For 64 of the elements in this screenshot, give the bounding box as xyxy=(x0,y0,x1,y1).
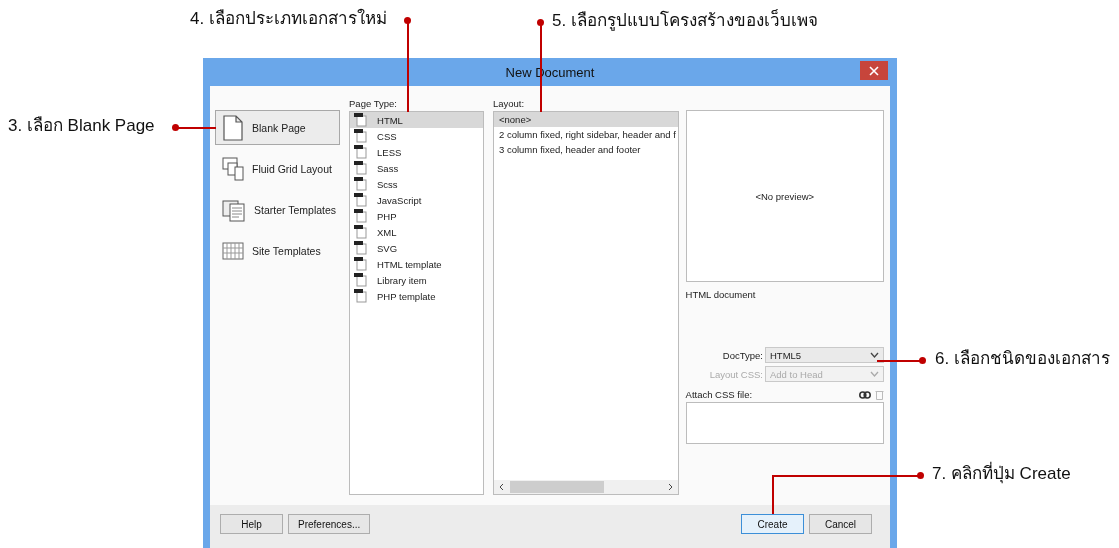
leader-line xyxy=(877,360,920,362)
page-type-item[interactable]: Sass xyxy=(350,160,483,176)
callout-dot xyxy=(919,357,926,364)
page-type-item[interactable]: SVG xyxy=(350,240,483,256)
document-icon xyxy=(354,257,368,271)
chevron-left-icon[interactable] xyxy=(498,483,506,491)
category-item[interactable]: Blank Page xyxy=(215,110,341,145)
callout-text: 6. เลือกชนิดของเอกสาร xyxy=(935,349,1110,369)
grid-icon xyxy=(222,241,244,260)
description-text: HTML document xyxy=(685,289,757,302)
category-item[interactable]: Site Templates xyxy=(215,233,341,268)
leader-line xyxy=(176,127,216,129)
close-button[interactable] xyxy=(860,61,888,80)
devices-icon xyxy=(222,156,244,181)
page-type-item[interactable]: HTML xyxy=(350,112,483,128)
document-icon xyxy=(354,193,368,207)
link-icon[interactable] xyxy=(859,390,871,399)
page-type-item[interactable]: HTML template xyxy=(350,256,483,272)
page-type-item[interactable]: PHP template xyxy=(350,288,483,304)
layout-css-label: Layout CSS: xyxy=(709,368,763,380)
page-type-item[interactable]: PHP xyxy=(350,208,483,224)
document-icon xyxy=(354,161,368,175)
document-icon xyxy=(354,129,368,143)
callout-text: 5. เลือกรูปแบบโครงสร้างของเว็บเพจ xyxy=(552,11,818,31)
callout-dot xyxy=(917,472,924,479)
callout-dot xyxy=(537,19,544,26)
callout-dot xyxy=(404,17,411,24)
document-icon xyxy=(354,209,368,223)
page-type-item[interactable]: CSS xyxy=(350,128,483,144)
preview-text: <No preview> xyxy=(755,190,815,202)
layout-item[interactable]: 2 column fixed, right sidebar, header and f xyxy=(494,127,678,142)
layout-label: Layout: xyxy=(493,98,526,109)
category-item[interactable]: Starter Templates xyxy=(215,192,341,227)
page-type-label: Page Type: xyxy=(349,98,398,109)
callout-dot xyxy=(172,124,179,131)
page-type-item[interactable]: Library item xyxy=(350,272,483,288)
page-type-item[interactable]: XML xyxy=(350,224,483,240)
layout-item[interactable]: 3 column fixed, header and footer xyxy=(494,142,678,157)
dialog-button[interactable]: Help xyxy=(220,514,283,534)
dialog-button[interactable]: Preferences... xyxy=(288,514,371,534)
document-icon xyxy=(354,241,368,255)
page-icon xyxy=(222,114,244,141)
callout-text: 3. เลือก Blank Page xyxy=(8,116,155,136)
caret-icon xyxy=(870,352,879,358)
document-icon xyxy=(354,273,368,287)
callout-text: 4. เลือกประเภทเอกสารใหม่ xyxy=(190,9,387,29)
doctype-dropdown[interactable]: HTML5 xyxy=(765,347,884,363)
dialog-button[interactable]: Cancel xyxy=(809,514,872,534)
document-icon xyxy=(354,177,368,191)
dialog-button[interactable]: Create xyxy=(741,514,804,534)
category-item[interactable]: Fluid Grid Layout xyxy=(215,151,341,186)
document-icon xyxy=(354,225,368,239)
caret-icon xyxy=(870,371,879,377)
layout-item[interactable]: <none> xyxy=(494,112,678,127)
close-icon xyxy=(869,65,879,76)
templates-icon xyxy=(222,197,246,222)
attach-css-label: Attach CSS file: xyxy=(685,389,753,400)
document-icon xyxy=(354,289,368,303)
doctype-label: DocType: xyxy=(722,349,763,361)
page-type-item[interactable]: JavaScript xyxy=(350,192,483,208)
page-type-item[interactable]: Scss xyxy=(350,176,483,192)
horizontal-scrollbar[interactable] xyxy=(494,480,678,494)
document-icon xyxy=(354,145,368,159)
page-type-item[interactable]: LESS xyxy=(350,144,483,160)
